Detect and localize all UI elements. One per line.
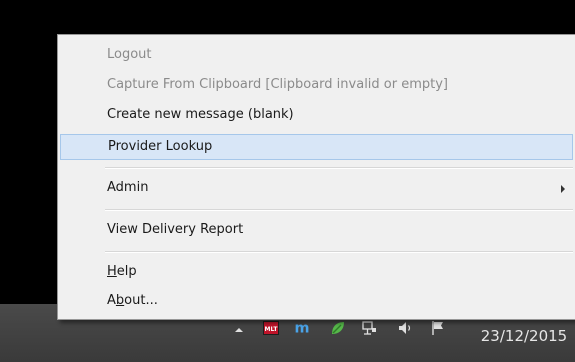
menu-separator bbox=[105, 209, 573, 211]
tray-context-menu: Logout Capture From Clipboard [Clipboard… bbox=[57, 34, 575, 320]
menu-item-label: About... bbox=[107, 293, 158, 308]
menu-item-label: Provider Lookup bbox=[108, 139, 213, 154]
menu-item-label: Help bbox=[107, 264, 137, 279]
menu-item-label-start: A bbox=[107, 293, 116, 308]
network-icon[interactable] bbox=[360, 319, 378, 337]
volume-icon[interactable] bbox=[397, 319, 415, 337]
app-red-icon[interactable]: MLT bbox=[262, 319, 280, 337]
menu-item-help[interactable]: Help bbox=[60, 260, 573, 286]
menu-item-label-rest: elp bbox=[116, 264, 137, 279]
menu-item-view-delivery-report[interactable]: View Delivery Report bbox=[60, 218, 573, 244]
clock-date: 23/12/2015 bbox=[480, 327, 568, 345]
menu-item-label: Capture From Clipboard [Clipboard invali… bbox=[107, 77, 449, 92]
green-leaf-icon[interactable] bbox=[329, 319, 347, 337]
mnemonic-h: H bbox=[107, 264, 117, 279]
menu-item-provider-lookup[interactable]: Provider Lookup bbox=[60, 134, 573, 160]
svg-text:MLT: MLT bbox=[265, 326, 279, 333]
menu-item-label: Logout bbox=[107, 47, 152, 62]
svg-text:m: m bbox=[295, 320, 310, 336]
show-hidden-icons-arrow-icon[interactable] bbox=[230, 321, 248, 339]
menu-item-label: Create new message (blank) bbox=[107, 107, 294, 122]
menu-item-logout[interactable]: Logout bbox=[60, 43, 573, 69]
menu-item-admin[interactable]: Admin bbox=[60, 176, 573, 202]
menu-item-label: Admin bbox=[107, 180, 149, 195]
submenu-arrow-icon bbox=[561, 185, 565, 193]
menu-item-label-rest: out... bbox=[124, 293, 158, 308]
menu-item-about[interactable]: About... bbox=[60, 289, 573, 315]
menu-item-create-new-message[interactable]: Create new message (blank) bbox=[60, 103, 573, 129]
mnemonic-b: b bbox=[115, 293, 125, 308]
menu-separator bbox=[105, 251, 573, 253]
menu-item-capture-from-clipboard[interactable]: Capture From Clipboard [Clipboard invali… bbox=[60, 73, 573, 99]
menu-separator bbox=[105, 167, 573, 169]
m-app-icon[interactable]: m bbox=[293, 318, 311, 336]
action-center-flag-icon[interactable] bbox=[429, 319, 447, 337]
menu-item-label: View Delivery Report bbox=[107, 222, 244, 237]
